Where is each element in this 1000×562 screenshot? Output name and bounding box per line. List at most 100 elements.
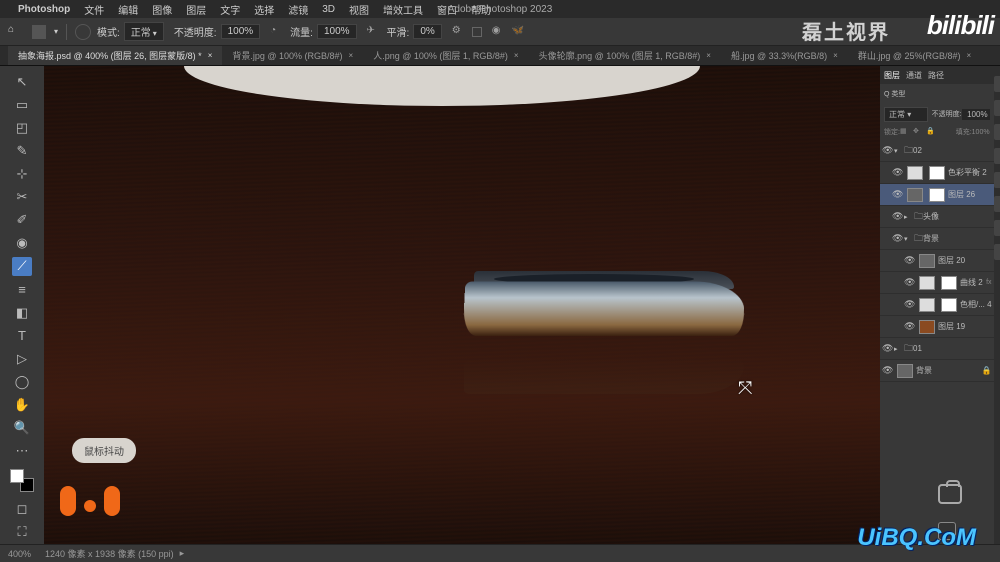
tab-5[interactable]: 群山.jpg @ 25%(RGB/8#)× xyxy=(848,46,981,65)
dock-actions-icon[interactable] xyxy=(994,220,1000,236)
close-icon[interactable]: × xyxy=(833,51,838,60)
visibility-icon[interactable]: 👁 xyxy=(892,189,904,200)
layer-name[interactable]: 背景 xyxy=(916,365,982,376)
info-dropdown-icon[interactable]: ▸ xyxy=(180,548,185,559)
dock-libraries-icon[interactable] xyxy=(994,196,1000,212)
mask-thumb[interactable] xyxy=(941,276,957,290)
document-info[interactable]: 1240 像素 x 1938 像素 (150 ppi) xyxy=(45,547,174,560)
layer-row[interactable]: 👁▾🗀背景 xyxy=(880,228,994,250)
layer-name[interactable]: 01 xyxy=(913,344,992,353)
layer-name[interactable]: 图层 20 xyxy=(938,255,992,266)
close-icon[interactable]: × xyxy=(208,51,213,60)
adjustment-thumb[interactable] xyxy=(907,166,923,180)
tab-channels[interactable]: 通道 xyxy=(906,70,922,81)
layer-thumb[interactable] xyxy=(897,364,913,378)
mask-thumb[interactable] xyxy=(929,166,945,180)
lock-position-icon[interactable]: ✥ xyxy=(913,127,923,137)
menu-3d[interactable]: 3D xyxy=(322,4,335,15)
menu-view[interactable]: 视图 xyxy=(349,2,369,17)
menu-plugins[interactable]: 增效工具 xyxy=(383,2,423,17)
shape-tool[interactable]: ◯ xyxy=(12,372,32,391)
foreground-swatch[interactable] xyxy=(10,469,24,483)
color-swatches[interactable] xyxy=(10,469,34,492)
layer-name[interactable]: 头像 xyxy=(923,211,992,222)
fx-badge[interactable]: fx xyxy=(986,279,991,286)
stamp-tool[interactable]: ≡ xyxy=(12,280,32,299)
tab-layers[interactable]: 图层 xyxy=(884,70,900,81)
home-icon[interactable]: ⌂ xyxy=(8,24,24,40)
adjustment-thumb[interactable] xyxy=(919,276,935,290)
tab-0[interactable]: 抽象海报.psd @ 400% (图层 26, 图层蒙版/8) *× xyxy=(8,46,222,65)
heal-tool[interactable]: ◉ xyxy=(12,234,32,253)
layer-row[interactable]: 👁 色相/... 4 xyxy=(880,294,994,316)
tab-1[interactable]: 背景.jpg @ 100% (RGB/8#)× xyxy=(222,46,363,65)
layer-name[interactable]: 色相/... 4 xyxy=(960,299,992,310)
layer-row[interactable]: 👁图层 20 xyxy=(880,250,994,272)
dock-swatches-icon[interactable] xyxy=(994,100,1000,116)
dock-color-icon[interactable] xyxy=(994,76,1000,92)
app-name[interactable]: Photoshop xyxy=(18,4,70,15)
zoom-level[interactable]: 400% xyxy=(8,549,31,559)
menu-edit[interactable]: 编辑 xyxy=(118,2,138,17)
tab-paths[interactable]: 路径 xyxy=(928,70,944,81)
mode-dropdown[interactable]: 正常▾ xyxy=(124,22,164,41)
wand-tool[interactable]: ✎ xyxy=(12,141,32,160)
layer-name[interactable]: 02 xyxy=(913,146,992,155)
adjustment-thumb[interactable] xyxy=(919,298,935,312)
eyedropper-tool[interactable]: ✐ xyxy=(12,211,32,230)
flow-input[interactable]: 100% xyxy=(317,24,357,39)
layer-row[interactable]: 👁▾🗀02 xyxy=(880,140,994,162)
menu-type[interactable]: 文字 xyxy=(220,2,240,17)
tab-2[interactable]: 人.png @ 100% (图层 1, RGB/8#)× xyxy=(363,46,528,65)
dock-adjust-icon[interactable] xyxy=(994,124,1000,140)
close-icon[interactable]: × xyxy=(514,51,519,60)
move-tool[interactable]: ↖ xyxy=(12,72,32,91)
layer-row[interactable]: 👁图层 19 xyxy=(880,316,994,338)
symmetry-icon[interactable]: 🦋 xyxy=(512,25,526,39)
zoom-tool[interactable]: 🔍 xyxy=(12,419,32,438)
close-icon[interactable]: × xyxy=(706,51,711,60)
brush-preview-icon[interactable] xyxy=(75,24,91,40)
visibility-icon[interactable]: 👁 xyxy=(882,343,894,354)
folder-arrow-icon[interactable]: ▾ xyxy=(894,147,904,155)
visibility-icon[interactable]: 👁 xyxy=(892,233,904,244)
document-canvas[interactable]: ⤧ xyxy=(44,66,880,544)
layer-row[interactable]: 👁色彩平衡 2 xyxy=(880,162,994,184)
marquee-tool[interactable]: ▭ xyxy=(12,95,32,114)
smooth-settings-icon[interactable]: ⚙ xyxy=(452,25,466,39)
edit-toolbar-icon[interactable]: ⋯ xyxy=(12,442,32,461)
close-icon[interactable]: × xyxy=(966,51,971,60)
dock-info-icon[interactable] xyxy=(994,244,1000,260)
layer-name[interactable]: 图层 26 xyxy=(948,189,992,200)
layer-name[interactable]: 色彩平衡 2 xyxy=(948,167,992,178)
lasso-tool[interactable]: ◰ xyxy=(12,118,32,137)
filter-type-label[interactable]: Q 类型 xyxy=(884,89,905,99)
menu-image[interactable]: 图像 xyxy=(152,2,172,17)
visibility-icon[interactable]: 👁 xyxy=(892,211,904,222)
menu-file[interactable]: 文件 xyxy=(84,2,104,17)
menu-filter[interactable]: 滤镜 xyxy=(288,2,308,17)
canvas-workspace[interactable]: ⤧ xyxy=(44,66,880,544)
frame-tool[interactable]: ✂ xyxy=(12,188,32,207)
screenmode-icon[interactable]: ⛶ xyxy=(12,523,32,542)
eraser-tool[interactable]: ◧ xyxy=(12,303,32,322)
pressure-opacity-icon[interactable]: ◔ xyxy=(270,25,284,39)
opacity-input[interactable]: 100% xyxy=(221,24,261,39)
dock-properties-icon[interactable] xyxy=(994,172,1000,188)
tab-3[interactable]: 头像轮廓.png @ 100% (图层 1, RGB/8#)× xyxy=(529,46,721,65)
layer-row[interactable]: 👁▸🗀01 xyxy=(880,338,994,360)
lock-pixels-icon[interactable]: ▦ xyxy=(900,127,910,137)
mask-thumb[interactable] xyxy=(941,298,957,312)
folder-arrow-icon[interactable]: ▸ xyxy=(904,213,914,221)
visibility-icon[interactable]: 👁 xyxy=(904,299,916,310)
tab-4[interactable]: 船.jpg @ 33.3%(RGB/8)× xyxy=(721,46,848,65)
visibility-icon[interactable]: 👁 xyxy=(904,277,916,288)
type-tool[interactable]: T xyxy=(12,326,32,345)
quickmask-icon[interactable]: ◻ xyxy=(12,500,32,519)
pen-tool[interactable]: ▷ xyxy=(12,349,32,368)
layer-name[interactable]: 背景 xyxy=(923,233,992,244)
hand-tool[interactable]: ✋ xyxy=(12,396,32,415)
visibility-icon[interactable]: 👁 xyxy=(882,145,894,156)
crop-tool[interactable]: ⊹ xyxy=(12,164,32,183)
layer-name[interactable]: 图层 19 xyxy=(938,321,992,332)
